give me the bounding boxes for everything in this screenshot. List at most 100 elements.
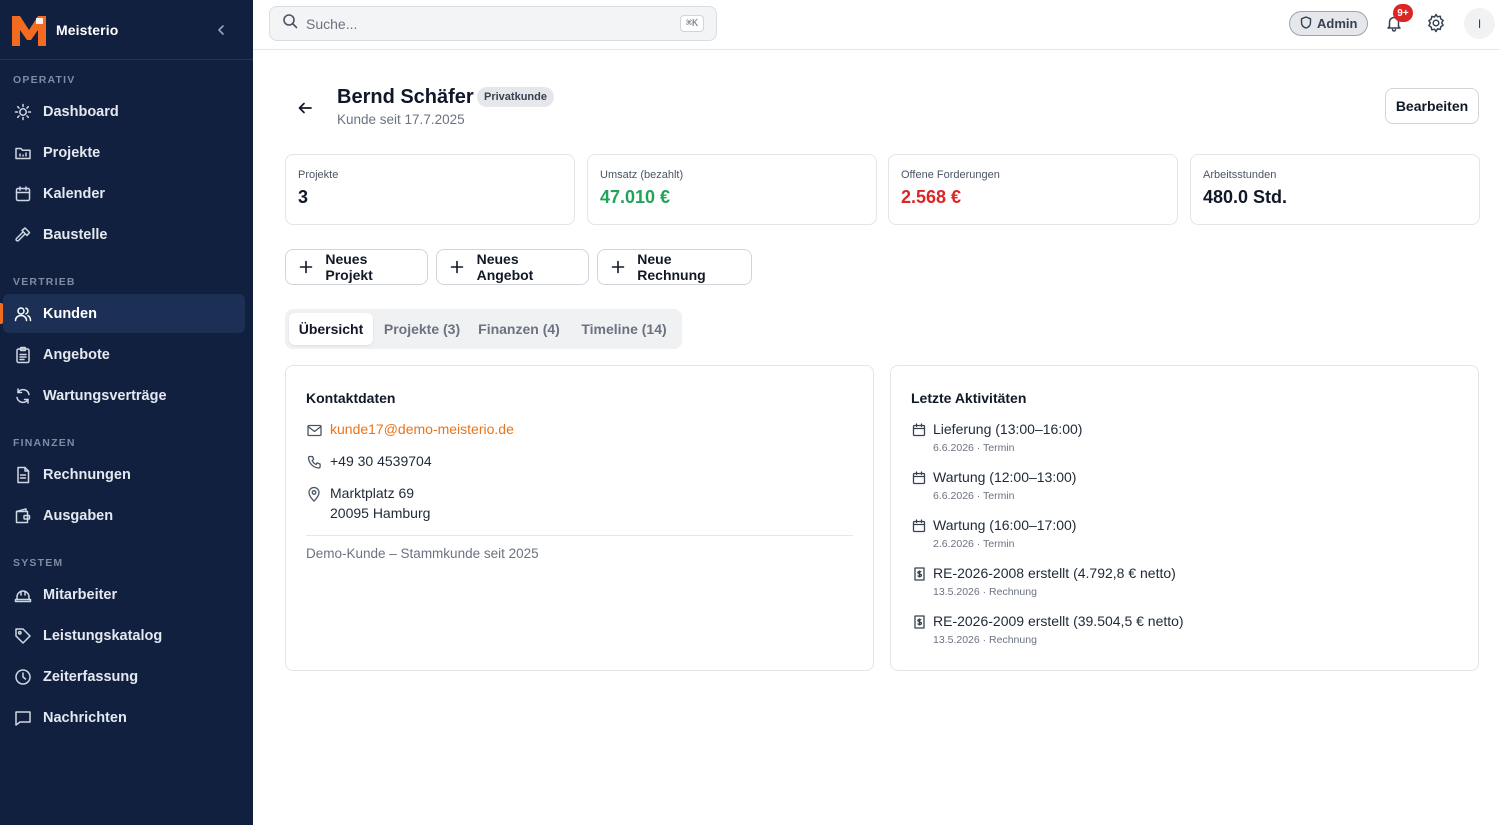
- sidebar-item-label: Leistungskatalog: [43, 627, 163, 644]
- sidebar-item-label: Projekte: [43, 144, 101, 161]
- activity-card-title: Letzte Aktivitäten: [911, 390, 1027, 406]
- contact-card: Kontaktdaten kunde17@demo-meisterio.de +…: [285, 365, 874, 671]
- user-avatar[interactable]: I: [1464, 8, 1495, 39]
- clipboard-icon: [13, 345, 33, 365]
- activity-meta: 6.6.2026 · Termin: [933, 490, 1015, 502]
- activity-meta: 2.6.2026 · Termin: [933, 538, 1015, 550]
- tab-uebersicht[interactable]: Übersicht: [289, 313, 373, 345]
- search-input[interactable]: Suche... ⌘K: [269, 6, 717, 41]
- activity-text: Wartung (16:00–17:00): [933, 517, 1077, 533]
- settings-gear-icon[interactable]: [1425, 12, 1447, 34]
- sun-icon: [13, 102, 33, 122]
- activity-meta: 13.5.2026 · Rechnung: [933, 586, 1037, 598]
- users-icon: [13, 304, 33, 324]
- stat-label: Umsatz (bezahlt): [600, 169, 684, 181]
- calendar-icon: [911, 518, 927, 534]
- calendar-icon: [13, 184, 33, 204]
- new-invoice-button[interactable]: Neue Rechnung: [597, 249, 752, 285]
- activity-meta: 6.6.2026 · Termin: [933, 442, 1015, 454]
- contact-email-link[interactable]: kunde17@demo-meisterio.de: [330, 421, 514, 437]
- sidebar-item-label: Kunden: [43, 305, 97, 322]
- shield-icon: [1300, 15, 1312, 32]
- button-label: Neues Angebot: [476, 251, 534, 283]
- section-title-operativ: OPERATIV: [13, 74, 76, 86]
- topbar: Suche... ⌘K Admin 9+ I: [253, 0, 1500, 50]
- wallet-icon: [13, 506, 33, 526]
- tab-projekte[interactable]: Projekte (3): [377, 313, 467, 345]
- activity-text: RE-2026-2009 erstellt (39.504,5 € netto): [933, 613, 1184, 629]
- sidebar-item-ausgaben[interactable]: Ausgaben: [3, 496, 245, 535]
- hardhat-icon: [13, 585, 33, 605]
- search-placeholder: Suche...: [306, 15, 358, 32]
- activity-text: RE-2026-2008 erstellt (4.792,8 € netto): [933, 565, 1176, 581]
- activity-card: Letzte Aktivitäten Lieferung (13:00–16:0…: [890, 365, 1479, 671]
- hammer-icon: [13, 225, 33, 245]
- activity-text: Lieferung (13:00–16:00): [933, 421, 1083, 437]
- stat-card-arbeitsstunden: Arbeitsstunden 480.0 Std.: [1190, 154, 1480, 225]
- plus-icon: [298, 259, 313, 275]
- activity-item: RE-2026-2009 erstellt (39.504,5 € netto)…: [911, 613, 1184, 646]
- role-badge[interactable]: Admin: [1289, 11, 1369, 36]
- new-project-button[interactable]: Neues Projekt: [285, 249, 428, 285]
- stat-value: 2.568 €: [901, 187, 962, 207]
- calendar-icon: [911, 422, 927, 438]
- sidebar-item-kunden[interactable]: Kunden: [0, 294, 245, 333]
- invoice-icon: [911, 566, 927, 582]
- sidebar-item-leistungskatalog[interactable]: Leistungskatalog: [3, 616, 245, 655]
- back-arrow-icon[interactable]: [293, 96, 317, 120]
- sidebar-item-label: Dashboard: [43, 103, 119, 120]
- tag-icon: [13, 626, 33, 646]
- sidebar-item-nachrichten[interactable]: Nachrichten: [3, 698, 245, 737]
- brand: Meisterio: [0, 0, 253, 60]
- sidebar-item-baustelle[interactable]: Baustelle: [3, 215, 245, 254]
- contact-note: Demo-Kunde – Stammkunde seit 2025: [306, 546, 539, 561]
- page-title: Bernd Schäfer: [337, 86, 474, 108]
- stat-card-projekte: Projekte 3: [285, 154, 575, 225]
- sidebar-item-label: Ausgaben: [43, 507, 114, 524]
- sidebar-item-angebote[interactable]: Angebote: [3, 335, 245, 374]
- sidebar-item-wartungsvertraege[interactable]: Wartungsverträge: [3, 376, 245, 415]
- stat-value: 3: [298, 187, 309, 207]
- collapse-sidebar-icon[interactable]: [209, 18, 233, 42]
- plus-icon: [449, 259, 465, 275]
- search-icon: [282, 13, 298, 34]
- edit-button[interactable]: Bearbeiten: [1385, 88, 1479, 124]
- section-title-finanzen: FINANZEN: [13, 437, 76, 449]
- stat-label: Arbeitsstunden: [1203, 169, 1277, 181]
- contact-card-title: Kontaktdaten: [306, 390, 396, 406]
- sidebar-item-label: Angebote: [43, 346, 110, 363]
- message-icon: [13, 708, 33, 728]
- contact-phone-row: +49 30 4539704: [306, 453, 432, 470]
- sidebar-item-rechnungen[interactable]: Rechnungen: [3, 455, 245, 494]
- section-title-vertrieb: VERTRIEB: [13, 276, 76, 288]
- plus-icon: [610, 259, 625, 275]
- sidebar-item-projekte[interactable]: Projekte: [3, 133, 245, 172]
- activity-item: Wartung (16:00–17:00) 2.6.2026 · Termin: [911, 517, 1076, 550]
- activity-text: Wartung (12:00–13:00): [933, 469, 1077, 485]
- tab-finanzen[interactable]: Finanzen (4): [472, 313, 566, 345]
- sidebar-item-label: Kalender: [43, 185, 106, 202]
- app-name: Meisterio: [56, 21, 119, 38]
- customer-since: Kunde seit 17.7.2025: [337, 112, 465, 127]
- folder-icon: [13, 143, 33, 163]
- map-pin-icon: [306, 486, 322, 502]
- sidebar-item-zeiterfassung[interactable]: Zeiterfassung: [3, 657, 245, 696]
- sidebar-item-kalender[interactable]: Kalender: [3, 174, 245, 213]
- stat-value: 47.010 €: [600, 187, 671, 207]
- sidebar-item-label: Mitarbeiter: [43, 586, 118, 603]
- main-content: Bernd Schäfer Privatkunde Kunde seit 17.…: [253, 50, 1500, 825]
- meisterio-logo[interactable]: [10, 11, 48, 49]
- new-offer-button[interactable]: Neues Angebot: [436, 249, 589, 285]
- clock-icon: [13, 667, 33, 687]
- sidebar-item-label: Wartungsverträge: [43, 387, 167, 404]
- sidebar-item-label: Baustelle: [43, 226, 108, 243]
- tab-timeline[interactable]: Timeline (14): [572, 313, 676, 345]
- sidebar-item-mitarbeiter[interactable]: Mitarbeiter: [3, 575, 245, 614]
- stat-label: Offene Forderungen: [901, 169, 1000, 181]
- role-label: Admin: [1317, 16, 1358, 31]
- sidebar-item-label: Rechnungen: [43, 466, 131, 483]
- sidebar-item-dashboard[interactable]: Dashboard: [3, 92, 245, 131]
- sidebar-item-label: Zeiterfassung: [43, 668, 139, 685]
- phone-icon: [306, 454, 322, 470]
- activity-meta: 13.5.2026 · Rechnung: [933, 634, 1037, 646]
